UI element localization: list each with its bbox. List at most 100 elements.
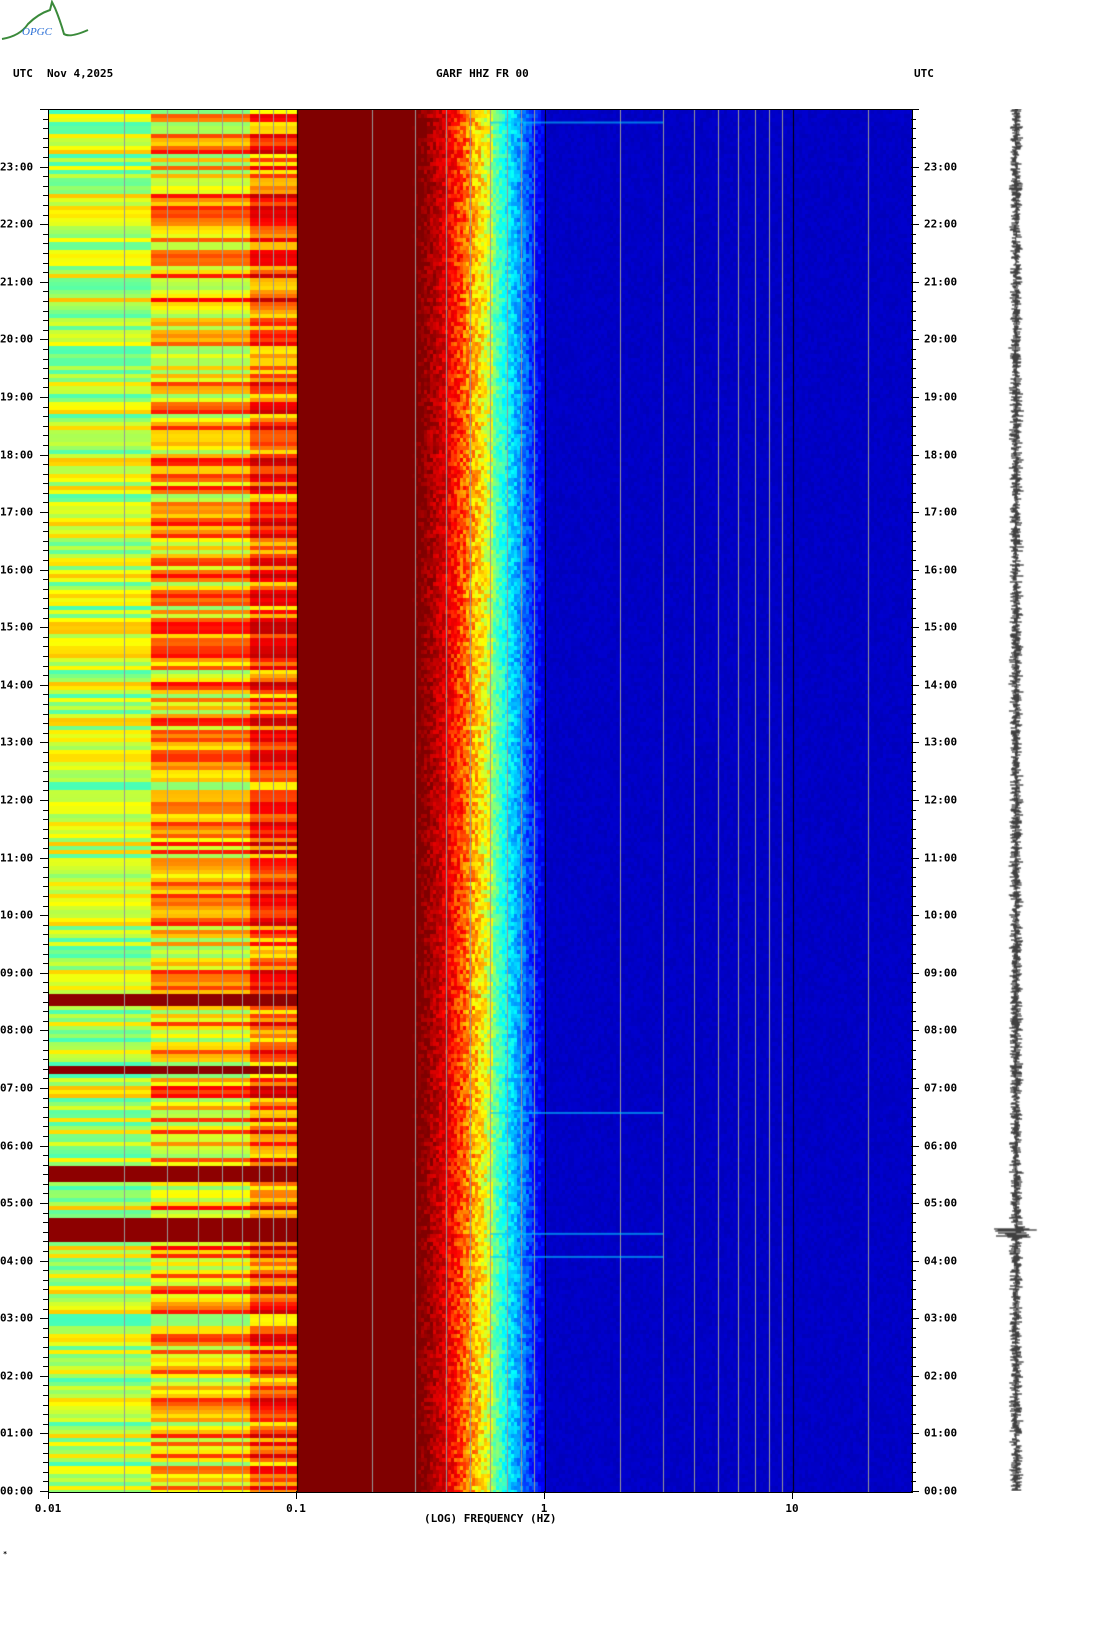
y-tick-right — [911, 1011, 916, 1013]
y-tick-right — [911, 1164, 916, 1166]
y-tick-left — [43, 847, 48, 849]
y-tick-right — [911, 934, 916, 936]
y-tick-left — [40, 1203, 48, 1205]
y-tick-right — [911, 636, 916, 638]
y-tick-label-left: 19:00 — [0, 390, 34, 404]
y-tick-label-left: 17:00 — [0, 505, 34, 519]
y-tick-right — [911, 291, 916, 293]
y-tick-label-left: 03:00 — [0, 1311, 34, 1325]
y-tick-label-left: 14:00 — [0, 678, 34, 692]
y-tick-right — [911, 684, 919, 686]
y-tick-right — [911, 310, 916, 312]
y-tick-left — [43, 809, 48, 811]
y-tick-right — [911, 953, 916, 955]
y-tick-left — [43, 1078, 48, 1080]
y-tick-right — [911, 176, 916, 178]
y-tick-label-left: 21:00 — [0, 275, 34, 289]
y-tick-left — [43, 1183, 48, 1185]
y-tick-right — [911, 1030, 919, 1032]
y-tick-right — [911, 713, 916, 715]
y-tick-right — [911, 300, 916, 302]
y-tick-right — [911, 185, 916, 187]
y-tick-label-right: 09:00 — [924, 966, 958, 980]
y-tick-left — [43, 934, 48, 936]
y-tick-right — [911, 579, 916, 581]
y-tick-right — [911, 224, 919, 226]
y-tick-label-right: 18:00 — [924, 448, 958, 461]
y-tick-left — [43, 425, 48, 427]
y-tick-label-left: 10:00 — [0, 908, 34, 922]
y-tick-right — [911, 1135, 916, 1137]
y-tick-right — [911, 924, 916, 926]
y-tick-left — [43, 905, 48, 907]
y-tick-left — [43, 204, 48, 206]
y-tick-left — [43, 1174, 48, 1176]
y-tick-right — [911, 742, 919, 744]
y-tick-right — [911, 857, 919, 859]
y-tick-right — [911, 790, 916, 792]
y-tick-left — [40, 972, 48, 974]
y-tick-left — [43, 300, 48, 302]
y-tick-right — [911, 963, 916, 965]
x-tick — [792, 1491, 793, 1499]
y-tick-left — [43, 732, 48, 734]
y-tick-right — [911, 1375, 919, 1377]
y-tick-left — [43, 291, 48, 293]
y-tick-left — [43, 1164, 48, 1166]
y-tick-label-right: 15:00 — [924, 620, 958, 634]
y-tick-label-right: 01:00 — [924, 1426, 958, 1440]
y-tick-left — [43, 713, 48, 715]
y-tick-left — [43, 1001, 48, 1003]
y-tick-left — [43, 521, 48, 523]
y-tick-label-right: 11:00 — [924, 851, 958, 865]
y-tick-right — [911, 368, 916, 370]
y-tick-right — [911, 1097, 916, 1099]
y-tick-label-left: 23:00 — [0, 160, 34, 174]
y-tick-left — [43, 943, 48, 945]
y-tick-right — [911, 780, 916, 782]
y-tick-left — [43, 1452, 48, 1454]
y-tick-right — [911, 1433, 919, 1435]
y-tick-right — [911, 531, 916, 533]
y-tick-left — [43, 1327, 48, 1329]
y-tick-right — [911, 608, 916, 610]
y-tick-right — [911, 1001, 916, 1003]
y-tick-right — [911, 348, 916, 350]
y-tick-label-right: 23:00 — [924, 160, 958, 174]
y-tick-left — [43, 1471, 48, 1473]
y-tick-right — [911, 886, 916, 888]
y-tick-label-left: 00:00 — [0, 1484, 34, 1498]
y-tick-left — [43, 1126, 48, 1128]
y-tick-right — [911, 1155, 916, 1157]
y-tick-left — [43, 704, 48, 706]
y-tick-right — [911, 915, 919, 917]
y-tick-right — [911, 425, 916, 427]
y-tick-left — [40, 1030, 48, 1032]
y-tick-left — [43, 233, 48, 235]
y-tick-left — [43, 991, 48, 993]
y-tick-left — [43, 464, 48, 466]
y-tick-left — [43, 963, 48, 965]
y-tick-left — [43, 185, 48, 187]
y-tick-right — [911, 876, 916, 878]
y-tick-left — [43, 598, 48, 600]
y-tick-left — [43, 387, 48, 389]
x-tick — [296, 1491, 297, 1499]
y-tick-left — [43, 752, 48, 753]
y-tick-right — [911, 272, 916, 274]
y-tick-left — [43, 1049, 48, 1051]
y-tick-right — [911, 1145, 919, 1147]
y-tick-left — [43, 147, 48, 149]
y-tick-label-right: 14:00 — [924, 678, 958, 692]
y-tick-left — [43, 176, 48, 178]
y-tick-left — [43, 502, 48, 504]
y-tick-right — [911, 396, 919, 398]
y-tick-right — [911, 502, 916, 504]
y-tick-right — [911, 704, 916, 706]
y-tick-right — [911, 1059, 916, 1061]
y-tick-label-left: 09:00 — [0, 966, 34, 980]
y-tick-left — [40, 1491, 48, 1492]
y-tick-right — [911, 521, 916, 523]
y-tick-right — [911, 435, 916, 437]
y-tick-left — [43, 137, 48, 139]
